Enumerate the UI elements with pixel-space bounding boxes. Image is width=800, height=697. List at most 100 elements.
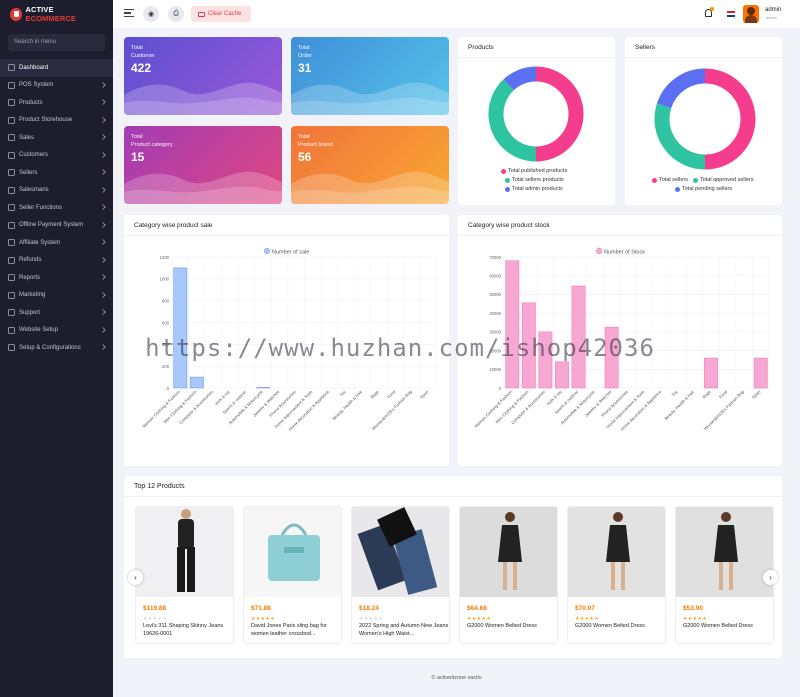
legend-label: Total admin products [512, 186, 563, 192]
product-image[interactable] [460, 507, 557, 597]
sidebar-item-label: POS System [19, 82, 54, 89]
menu-toggle-icon[interactable] [124, 9, 134, 17]
sidebar-item-label: Affiliate System [19, 239, 61, 246]
y-tick-label: 800 [162, 298, 170, 303]
sidebar-item-pos-system[interactable]: POS System [0, 77, 113, 95]
wave-decoration [124, 171, 282, 204]
product-name[interactable]: G2000 Women Belted Dress [683, 623, 773, 631]
card-title: Top 12 Products [134, 483, 185, 490]
bar [538, 331, 553, 389]
product-name[interactable]: G2000 Women Belted Dress [467, 623, 557, 631]
sidebar-item-support[interactable]: Support [0, 304, 113, 322]
product-card[interactable]: $71.88 ★★★★★ David Jones Paris sling bag f… [243, 506, 342, 644]
sidebar-item-products[interactable]: Products [0, 94, 113, 112]
product-price: $71.88 [251, 605, 271, 612]
stat-card-customers[interactable]: Total Customer 422 [124, 37, 282, 115]
wave-decoration [291, 82, 449, 115]
sidebar-item-sellers[interactable]: Sellers [0, 164, 113, 182]
x-tick-label: Bags [369, 389, 379, 399]
carousel-next-button[interactable]: › [763, 570, 778, 585]
product-card[interactable]: $18.24 ★★★★★ 2022 Spring and Autumn New Je… [351, 506, 450, 644]
user-name[interactable]: admin [765, 7, 781, 13]
product-name[interactable]: 2022 Spring and Autumn New Jeans Women's… [359, 623, 449, 638]
legend-item: Total sellers products [505, 177, 564, 183]
products-donut-card: Products Total published products Total … [458, 37, 615, 205]
menu-item-icon [8, 116, 15, 124]
legend-label: Total sellers products [512, 177, 564, 183]
bar [604, 326, 619, 389]
product-image[interactable] [244, 507, 341, 597]
product-name[interactable]: G2000 Women Belted Dress [575, 623, 665, 631]
product-price: $70.07 [575, 605, 595, 612]
legend-item: Total sellers [652, 177, 688, 183]
product-image[interactable] [568, 507, 665, 597]
stock-chart-card: Category wise product stock Number of St… [458, 215, 782, 466]
menu-item-icon [8, 204, 15, 212]
stat-label-2: Product brand [298, 142, 333, 148]
sidebar-item-reports[interactable]: Reports [0, 269, 113, 287]
clear-cache-button[interactable]: Clear Cache [191, 6, 251, 22]
sidebar-item-label: Product Storehouse [19, 117, 73, 124]
star-icon: ★ [594, 616, 599, 622]
product-image[interactable] [136, 507, 233, 597]
legend-label: Total sellers [659, 177, 689, 183]
printer-icon[interactable]: ⎙ [168, 6, 184, 22]
donut-slice [503, 66, 537, 91]
star-icon: ★ [486, 616, 491, 622]
language-flag-icon[interactable] [727, 11, 735, 17]
x-tick-label: Beauty, Health & Hair [331, 389, 363, 421]
product-price: $119.88 [143, 605, 167, 612]
product-card[interactable]: $70.07 ★★★★★ G2000 Women Belted Dress [567, 506, 666, 644]
menu-item-icon [8, 151, 15, 159]
menu-search-input[interactable]: Search in menu [8, 34, 105, 51]
sidebar-item-customers[interactable]: Customers [0, 147, 113, 165]
carousel-prev-button[interactable]: ‹ [128, 570, 143, 585]
star-icon: ★ [378, 616, 383, 622]
sidebar-item-salesmans[interactable]: Salesmans [0, 182, 113, 200]
sidebar-item-label: Sellers [19, 169, 38, 176]
bar [256, 387, 271, 389]
x-tick-label: Toy [670, 389, 679, 398]
sidebar-item-dashboard[interactable]: Dashboard [0, 59, 113, 77]
product-name[interactable]: Levi's 311 Shaping Skinny Jeans 19626-00… [143, 623, 233, 638]
sidebar-item-website-setup[interactable]: Website Setup [0, 322, 113, 340]
sidebar-item-setup-configurations[interactable]: Setup & Configurations [0, 339, 113, 357]
product-price: $53.90 [683, 605, 703, 612]
sidebar-item-label: Salesmans [19, 187, 49, 194]
y-tick-label: 50000 [489, 292, 501, 297]
product-image[interactable] [352, 507, 449, 597]
legend-label: Number of sale [272, 250, 309, 256]
product-card[interactable]: $64.68 ★★★★★ G2000 Women Belted Dress [459, 506, 558, 644]
stat-card-orders[interactable]: Total Order 31 [291, 37, 449, 115]
sidebar-item-affiliate-system[interactable]: Affiliate System [0, 234, 113, 252]
stat-card-categories[interactable]: Total Product category 15 [124, 126, 282, 204]
product-card[interactable]: $53.90 ★★★★★ G2000 Women Belted Dress [675, 506, 774, 644]
rating-stars: ★★★★★ [359, 616, 383, 622]
sidebar-item-label: Customers [19, 152, 49, 159]
rating-stars: ★★★★★ [251, 616, 275, 622]
product-image[interactable] [676, 507, 773, 597]
brand-logo[interactable]: ACTIVE ECOMMERCE [0, 0, 113, 28]
user-role: admin [766, 15, 777, 20]
product-card[interactable]: $119.88 ★★★★★ Levi's 311 Shaping Skinny Je… [135, 506, 234, 644]
sidebar-item-refunds[interactable]: Refunds [0, 252, 113, 270]
chevron-right-icon [100, 99, 106, 105]
x-tick-label: Sport [419, 389, 430, 400]
sidebar-item-marketing[interactable]: Marketing [0, 287, 113, 305]
sidebar-item-product-storehouse[interactable]: Product Storehouse [0, 112, 113, 130]
sidebar-item-seller-functions[interactable]: Seller Functions [0, 199, 113, 217]
legend-dot-icon [652, 177, 657, 183]
sidebar-item-sales[interactable]: Sales [0, 129, 113, 147]
stat-label-2: Order [298, 53, 313, 59]
x-tick-label: Sport [751, 389, 762, 400]
bar [704, 357, 718, 389]
user-avatar[interactable] [743, 5, 759, 23]
product-name[interactable]: David Jones Paris sling bag for women le… [251, 623, 341, 638]
legend-dot-icon [693, 177, 698, 183]
x-tick-label: Computer & Accessories [178, 389, 214, 425]
stat-card-brands[interactable]: Total Product brand 56 [291, 126, 449, 204]
notification-bell-icon[interactable] [705, 7, 714, 17]
sidebar-item-offline-payment-system[interactable]: Offline Payment System [0, 217, 113, 235]
sale-chart-card: Category wise product sale Number of sal… [124, 215, 449, 466]
globe-icon[interactable]: ◉ [143, 6, 159, 22]
